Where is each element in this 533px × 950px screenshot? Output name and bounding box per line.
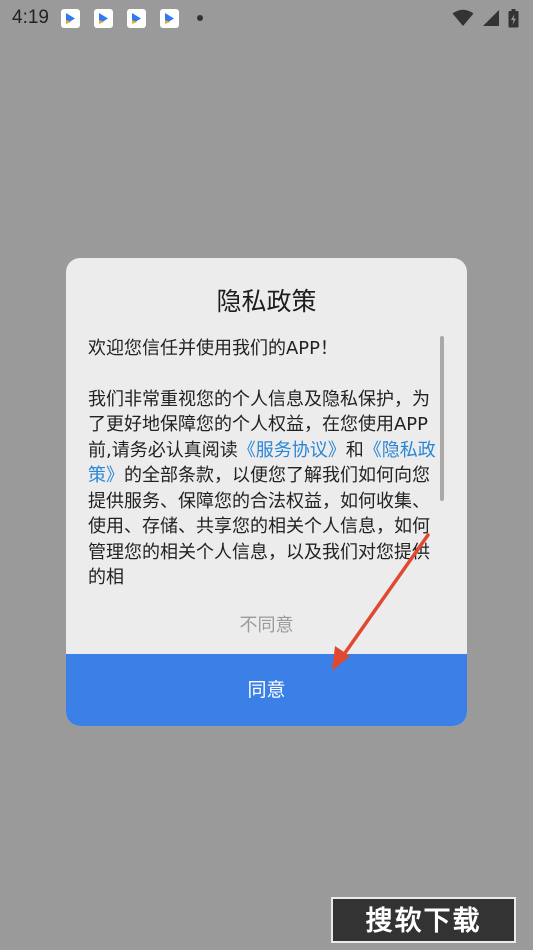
body-text-part2: 的全部条款，以便您了解我们如何向您提供服务、保障您的合法权益，如何收集、使用、存… bbox=[88, 465, 430, 588]
status-time: 4:19 bbox=[12, 7, 49, 28]
app-notification-icon bbox=[126, 8, 146, 28]
screen: 4:19 隐私政策 欢迎您信任并使用我们的APP！ 我们非常重视您的个人信息及隐… bbox=[0, 0, 533, 950]
signal-icon bbox=[483, 10, 499, 26]
agree-button[interactable]: 同意 bbox=[66, 654, 467, 726]
body-text-and: 和 bbox=[345, 439, 364, 461]
status-right bbox=[452, 8, 519, 28]
status-bar: 4:19 bbox=[0, 0, 533, 36]
dialog-intro: 欢迎您信任并使用我们的APP！ bbox=[88, 338, 339, 359]
disagree-button[interactable]: 不同意 bbox=[66, 608, 467, 644]
content-scrollbar[interactable] bbox=[440, 336, 444, 501]
privacy-dialog: 隐私政策 欢迎您信任并使用我们的APP！ 我们非常重视您的个人信息及隐私保护，为… bbox=[66, 258, 467, 726]
dialog-content-scroll[interactable]: 欢迎您信任并使用我们的APP！ 我们非常重视您的个人信息及隐私保护，为了更好地保… bbox=[88, 336, 444, 638]
battery-charging-icon bbox=[508, 8, 519, 27]
app-notification-icon bbox=[60, 8, 80, 28]
dialog-title: 隐私政策 bbox=[216, 287, 317, 316]
service-agreement-link[interactable]: 《服务协议》 bbox=[238, 440, 346, 461]
dialog-body: 我们非常重视您的个人信息及隐私保护，为了更好地保障您的个人权益，在您使用APP前… bbox=[88, 387, 444, 591]
app-notification-icon bbox=[93, 8, 113, 28]
app-notification-icon bbox=[159, 8, 179, 28]
more-notifications-dot-icon bbox=[196, 15, 203, 21]
site-watermark: 搜软下载 bbox=[331, 897, 516, 943]
wifi-icon bbox=[452, 9, 474, 26]
